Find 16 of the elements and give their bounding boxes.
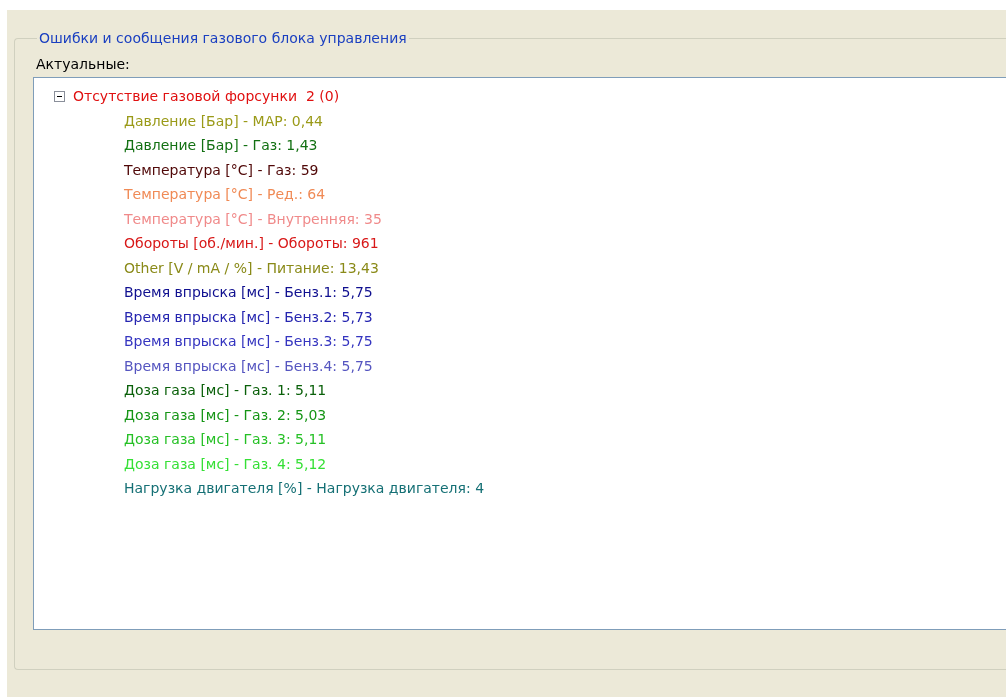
- tree-item[interactable]: Обороты [об./мин.] - Обороты: 961: [124, 235, 379, 252]
- tree-item[interactable]: Отсутствие газовой форсунки 2 (0): [73, 88, 340, 105]
- tree-item[interactable]: Доза газа [мс] - Газ. 2: 5,03: [124, 406, 327, 423]
- list-label: Актуальные:: [36, 56, 131, 72]
- tree-item[interactable]: Давление [Бар] - Газ: 1,43: [124, 137, 318, 154]
- tree-item[interactable]: Нагрузка двигателя [%] - Нагрузка двигателя: 4: [124, 480, 485, 497]
- group-title: Ошибки и сообщения газового блока управления: [38, 30, 408, 46]
- tree-item[interactable]: Доза газа [мс] - Газ. 1: 5,11: [124, 382, 327, 399]
- tree-item[interactable]: Время впрыска [мс] - Бенз.4: 5,75: [124, 357, 373, 374]
- tree-item[interactable]: Давление [Бар] - MAP: 0,44: [124, 112, 324, 129]
- tree-item[interactable]: Температура [°C] - Газ: 59: [124, 161, 319, 178]
- tree-item[interactable]: Время впрыска [мс] - Бенз.1: 5,75: [124, 284, 373, 301]
- tree-item[interactable]: Время впрыска [мс] - Бенз.3: 5,75: [124, 333, 373, 350]
- tree-item[interactable]: Время впрыска [мс] - Бенз.2: 5,73: [124, 308, 373, 325]
- collapse-icon[interactable]: [54, 90, 65, 102]
- tree-item[interactable]: Other [V / mA / %] - Питание: 13,43: [124, 259, 379, 276]
